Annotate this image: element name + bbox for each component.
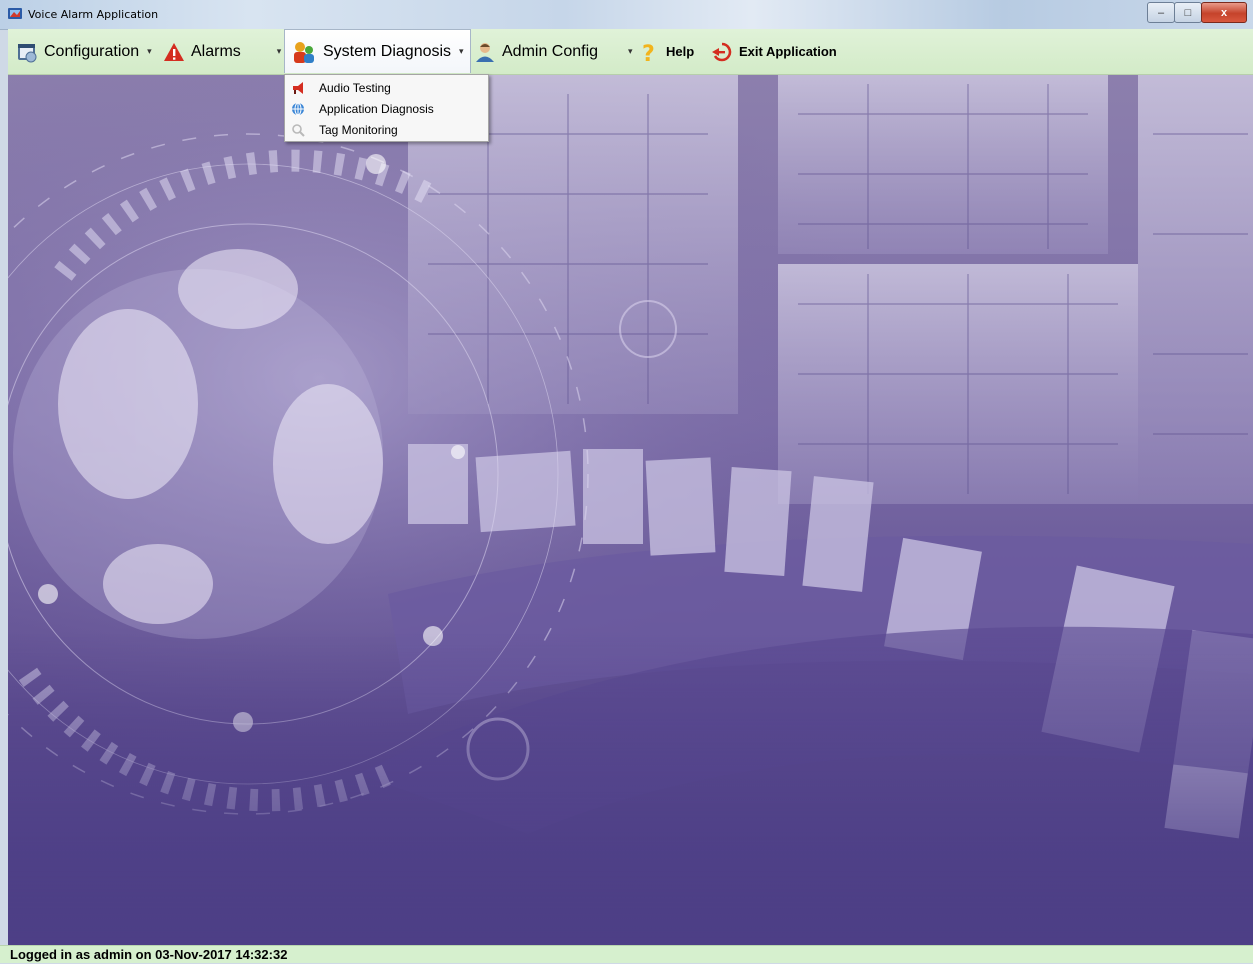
- background-image: [8, 74, 1253, 945]
- menu-item-label: Tag Monitoring: [319, 122, 398, 137]
- warning-icon: [164, 42, 184, 61]
- diagnosis-icon: [294, 41, 314, 63]
- window-controls: – □ x: [1147, 2, 1247, 24]
- menu-item-audio-testing[interactable]: Audio Testing: [285, 77, 488, 98]
- menu-alarms-label: Alarms: [191, 42, 241, 60]
- status-bar: Logged in as admin on 03-Nov-2017 14:32:…: [0, 945, 1253, 963]
- app-icon: [8, 8, 22, 19]
- menu-alarms[interactable]: Alarms ▾: [163, 29, 281, 74]
- menu-admin-config-label: Admin Config: [502, 42, 599, 60]
- menu-item-label: Application Diagnosis: [319, 101, 434, 116]
- menu-configuration[interactable]: Configuration ▾: [16, 29, 152, 74]
- menu-exit-application[interactable]: Exit Application: [711, 29, 837, 74]
- title-bar: Voice Alarm Application – □ x: [0, 0, 1253, 30]
- help-icon: ?: [642, 42, 655, 63]
- chevron-down-icon: ▾: [276, 46, 282, 56]
- menu-configuration-label: Configuration: [44, 42, 140, 60]
- system-diagnosis-dropdown: Audio Testing Application Diagnosis Tag …: [284, 74, 489, 142]
- exit-icon: [712, 42, 732, 61]
- admin-user-icon: [476, 42, 494, 62]
- close-button[interactable]: x: [1201, 2, 1247, 23]
- calendar-icon: [18, 43, 37, 62]
- menu-help[interactable]: ? Help: [638, 29, 694, 74]
- chevron-down-icon: ▾: [628, 46, 633, 56]
- globe-icon: [292, 102, 304, 115]
- megaphone-icon: [293, 81, 303, 94]
- menu-item-application-diagnosis[interactable]: Application Diagnosis: [285, 98, 488, 119]
- status-text: Logged in as admin on 03-Nov-2017 14:32:…: [10, 947, 288, 962]
- menu-admin-config[interactable]: Admin Config ▾: [474, 29, 633, 74]
- svg-text:?: ?: [642, 42, 655, 63]
- menu-system-diagnosis-label: System Diagnosis: [323, 42, 452, 60]
- maximize-button[interactable]: □: [1174, 2, 1202, 23]
- menu-help-label: Help: [666, 44, 695, 59]
- chevron-down-icon: ▾: [459, 46, 464, 56]
- menu-exit-application-label: Exit Application: [739, 44, 837, 59]
- menu-system-diagnosis[interactable]: System Diagnosis ▾: [284, 29, 471, 73]
- minimize-button[interactable]: –: [1147, 2, 1175, 23]
- menu-item-label: Audio Testing: [319, 80, 391, 95]
- control-room-artwork: [8, 74, 1253, 945]
- chevron-down-icon: ▾: [147, 46, 152, 56]
- menu-item-tag-monitoring[interactable]: Tag Monitoring: [285, 119, 488, 140]
- window-title: Voice Alarm Application: [28, 8, 159, 21]
- menu-bar: Configuration ▾ Alarms ▾ System Diagnosi…: [8, 29, 1253, 75]
- magnifier-icon: [292, 123, 305, 137]
